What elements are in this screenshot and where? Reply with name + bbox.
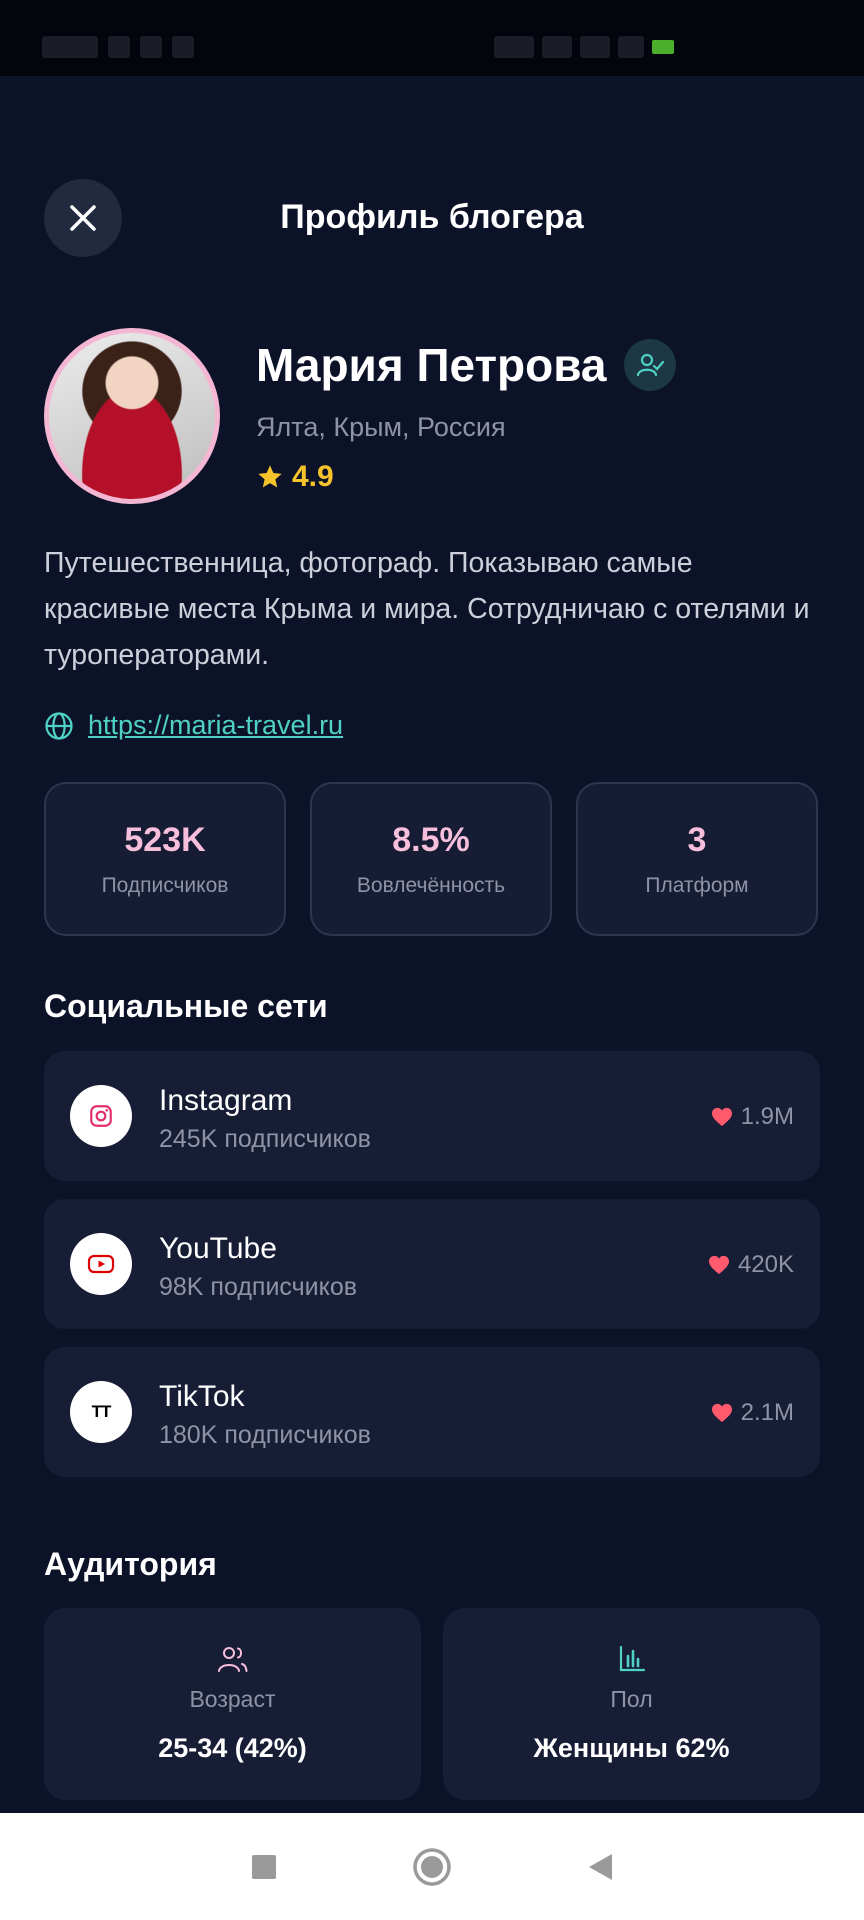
rating: 4.9 [256, 460, 334, 494]
sim-icon [494, 36, 534, 58]
heart-icon [711, 1107, 732, 1127]
audience-value: Женщины 62% [533, 1733, 730, 1763]
social-likes: 1.9M [711, 1103, 794, 1131]
system-nav-bar [0, 1813, 864, 1920]
star-icon [258, 465, 282, 488]
audience-card-age: Возраст 25-34 (42%) [44, 1608, 421, 1800]
stat-label: Подписчиков [101, 873, 229, 897]
stat-value: 8.5% [392, 820, 470, 859]
square-icon [252, 1854, 276, 1879]
website-link[interactable]: https://maria-travel.ru [88, 710, 343, 741]
page-title: Профиль блогера [280, 198, 584, 236]
stats-row: 523K Подписчиков 8.5% Вовлечённость 3 Пл… [44, 782, 818, 936]
social-card-tiktok[interactable]: TT TikTok 180K подписчиков 2.1M [44, 1347, 820, 1477]
home-button[interactable] [402, 1837, 462, 1897]
stat-card-platforms: 3 Платформ [576, 782, 818, 936]
audience-section-title: Аудитория [44, 1546, 217, 1582]
screen: Профиль блогера Мария Петрова Ялта, Крым… [0, 0, 864, 1920]
social-list: Instagram 245K подписчиков 1.9M YouTube … [44, 1051, 820, 1477]
name-row: Мария Петрова [256, 338, 677, 392]
social-likes: 2.1M [711, 1399, 794, 1427]
audience-row: Возраст 25-34 (42%) Пол Женщины 62% [44, 1608, 820, 1800]
social-card-instagram[interactable]: Instagram 245K подписчиков 1.9M [44, 1051, 820, 1181]
tiktok-icon: TT [70, 1381, 132, 1443]
social-card-youtube[interactable]: YouTube 98K подписчиков 420K [44, 1199, 820, 1329]
heart-icon [708, 1255, 729, 1275]
notification-icon [108, 36, 130, 58]
users-icon [217, 1647, 247, 1672]
location: Ялта, Крым, Россия [256, 412, 506, 442]
verified-user-icon [624, 339, 677, 391]
bar-chart-icon [619, 1645, 645, 1672]
notification-icon [140, 36, 162, 58]
tiktok-glyph: TT [91, 1402, 112, 1421]
social-name: YouTube [159, 1232, 277, 1265]
audience-label: Возраст [189, 1686, 276, 1712]
stat-card-engagement: 8.5% Вовлечённость [310, 782, 552, 936]
status-right [494, 36, 674, 58]
heart-icon [711, 1403, 732, 1423]
likes-value: 2.1M [740, 1399, 794, 1426]
rating-value: 4.9 [292, 460, 334, 493]
recents-button[interactable] [234, 1837, 294, 1897]
status-left [42, 36, 194, 58]
signal-icon [618, 36, 644, 58]
back-button[interactable] [570, 1837, 630, 1897]
status-bar [0, 0, 864, 76]
social-name: TikTok [159, 1380, 245, 1413]
audience-label: Пол [610, 1686, 653, 1712]
instagram-icon [70, 1085, 132, 1147]
likes-value: 420K [737, 1251, 794, 1278]
website-row[interactable]: https://maria-travel.ru [44, 710, 343, 741]
globe-icon [45, 711, 73, 740]
wifi-icon [542, 36, 572, 58]
stat-label: Платформ [645, 873, 749, 897]
stat-value: 523K [124, 820, 206, 859]
back-triangle-icon [589, 1853, 612, 1880]
social-subscribers: 180K подписчиков [159, 1421, 371, 1449]
home-circle-icon [413, 1847, 451, 1886]
signal-icon [580, 36, 610, 58]
stat-card-subscribers: 523K Подписчиков [44, 782, 286, 936]
stat-label: Вовлечённость [356, 873, 506, 897]
blogger-name: Мария Петрова [256, 339, 607, 391]
audience-value: 25-34 (42%) [158, 1733, 307, 1763]
bio-text: Путешественница, фотограф. Показываю сам… [44, 547, 810, 671]
audience-card-gender: Пол Женщины 62% [443, 1608, 820, 1800]
social-subscribers: 98K подписчиков [159, 1273, 358, 1301]
social-name: Instagram [159, 1084, 293, 1117]
social-section-title: Социальные сети [44, 988, 328, 1024]
avatar [44, 328, 220, 504]
battery-icon [652, 40, 674, 54]
social-likes: 420K [708, 1251, 794, 1279]
likes-value: 1.9M [740, 1103, 794, 1130]
youtube-icon [70, 1233, 132, 1295]
stat-value: 3 [687, 820, 707, 859]
social-subscribers: 245K подписчиков [159, 1125, 371, 1153]
notification-icon [172, 36, 194, 58]
clock-blurred [42, 36, 98, 58]
